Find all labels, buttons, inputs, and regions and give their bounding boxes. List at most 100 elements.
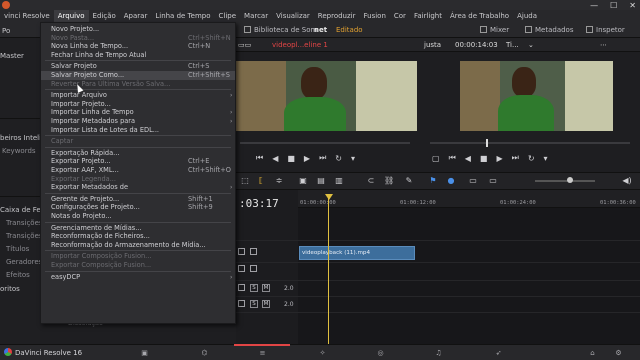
mute-button[interactable]: M [262,284,270,292]
stop-icon[interactable]: ■ [287,154,295,163]
trim-icon[interactable]: ⟦ [256,176,266,186]
mark-icon[interactable]: ▾ [351,154,355,163]
generators-item[interactable]: Geradores [6,258,42,266]
titles-item[interactable]: Títulos [6,245,29,253]
chevron-down-icon[interactable]: ⌄ [528,40,534,50]
selection-icon[interactable]: ⬚ [240,176,250,186]
menu-marcar[interactable]: Marcar [240,10,272,22]
source-clip-name[interactable]: videopl...eline 1 [272,40,328,50]
file-menu-item[interactable]: Notas do Projeto... [41,212,235,221]
file-menu-item[interactable]: Exportar Metadados de › [41,183,235,192]
favorites-header[interactable]: oritos [0,285,20,293]
flag-icon[interactable]: ⚑ [428,176,438,186]
program-scrub-bar[interactable] [430,142,630,144]
loop-icon[interactable]: ↻ [528,154,535,163]
close-icon[interactable]: ✕ [629,1,636,10]
mute-button[interactable]: M [262,300,270,308]
audio-track-lock-icon[interactable] [238,300,245,307]
edit-page-icon[interactable]: ≡ [258,349,267,357]
menu-visualizar[interactable]: Visualizar [272,10,314,22]
solo-button[interactable]: S [250,300,258,308]
menu-edicao[interactable]: Edição [89,10,120,22]
cut-page-icon[interactable]: ⌬ [200,349,209,357]
source-viewer-frame[interactable] [236,61,417,131]
blade-icon[interactable]: ≑ [274,176,284,186]
track-destination-icon[interactable] [238,265,245,272]
source-scrub-bar[interactable] [240,142,410,144]
settings-icon[interactable]: ⚙ [614,349,623,357]
jump-start-icon[interactable]: ⏮ [256,153,263,163]
minimize-icon[interactable]: — [590,1,598,10]
speaker-icon[interactable]: ◀) [622,176,632,186]
loop-icon[interactable]: ↻ [335,154,342,163]
file-menu-item[interactable]: easyDCP › [41,273,235,282]
audio-track-lock-icon[interactable] [238,284,245,291]
track-destination-icon[interactable] [238,248,245,255]
viewer-split-icon[interactable]: ▭▭ [238,40,251,50]
color-page-icon[interactable]: ◎ [376,349,385,357]
stop-icon[interactable]: ■ [480,154,488,163]
sound-library-button[interactable]: Biblioteca de Som [244,25,317,35]
home-icon[interactable]: ⌂ [588,349,597,357]
menu-fairlight[interactable]: Fairlight [410,10,446,22]
menu-reproduzir[interactable]: Reproduzir [314,10,360,22]
timeline-playhead[interactable] [328,194,329,344]
zoom-full-icon[interactable]: ▭ [468,176,478,186]
mixer-button[interactable]: Mixer [480,25,509,35]
media-pool-tab[interactable]: Po [2,27,10,35]
timeline-tracks[interactable] [298,208,640,344]
fusion-page-icon[interactable]: ✧ [318,349,327,357]
viewer-mode-icon[interactable]: ▢ [432,154,440,163]
insert-clip-icon[interactable]: ▣ [298,176,308,186]
jump-end-icon[interactable]: ⏭ [319,153,326,163]
deliver-page-icon[interactable]: ➶ [494,349,503,357]
zoom-slider[interactable] [535,180,595,182]
maximize-icon[interactable]: ☐ [610,1,617,10]
menu-linha-de-tempo[interactable]: Linha de Tempo [151,10,214,22]
jump-start-icon[interactable]: ⏮ [449,153,456,163]
menu-arquivo[interactable]: Arquivo [53,10,89,22]
play-icon[interactable]: ▶ [304,154,310,163]
track-enable-icon[interactable] [250,265,257,272]
snapping-icon[interactable]: ⊂ [366,176,376,186]
audio-transitions-item[interactable]: Transições [6,232,43,240]
zoom-detail-icon[interactable]: ▭ [488,176,498,186]
file-menu-item[interactable]: Reconformação do Armazenamento de Mídia.… [41,241,235,250]
effects-item[interactable]: Efeitos [6,271,30,279]
track-enable-icon[interactable] [250,248,257,255]
video-transitions-item[interactable]: Transições [6,219,43,227]
playhead-handle[interactable] [325,194,333,200]
link-icon[interactable]: ⛓ [384,176,394,186]
timeline-clip[interactable]: videoplayback (11).mp4 [299,246,415,260]
position-lock-icon[interactable]: ✎ [404,176,414,186]
reverse-icon[interactable]: ◀ [465,154,471,163]
solo-button[interactable]: S [250,284,258,292]
marker-icon[interactable]: ● [446,176,456,186]
mark-icon[interactable]: ▾ [544,154,548,163]
play-icon[interactable]: ▶ [496,154,502,163]
menu-area-de-trabalho[interactable]: Área de Trabalho [446,10,513,22]
fairlight-page-icon[interactable]: ♫ [434,349,443,357]
timeline-selector[interactable]: Ti... [506,40,519,50]
file-menu-item[interactable]: Fechar Linha de Tempo Atual [41,51,235,60]
menu-ajuda[interactable]: Ajuda [513,10,541,22]
master-bin[interactable]: Master [0,52,24,60]
menu-fusion[interactable]: Fusion [359,10,389,22]
zoom-slider-handle[interactable] [567,177,573,183]
replace-clip-icon[interactable]: ▥ [334,176,344,186]
overwrite-clip-icon[interactable]: ▤ [316,176,326,186]
menu-davinci-resolve[interactable]: vinci Resolve [0,10,54,22]
file-menu-item[interactable]: Importar Lista de Lotes da EDL... [41,126,235,135]
viewer-options-icon[interactable]: ⋯ [600,40,607,50]
menu-cor[interactable]: Cor [390,10,410,22]
inspector-button[interactable]: Inspetor [586,25,625,35]
media-page-icon[interactable]: ▣ [140,349,149,357]
jump-end-icon[interactable]: ⏭ [512,153,519,163]
menu-clipe[interactable]: Clipe [215,10,241,22]
keywords-bin[interactable]: Keywords [2,147,36,155]
timeline-ruler[interactable] [298,190,640,208]
menu-aparar[interactable]: Aparar [120,10,152,22]
reverse-icon[interactable]: ◀ [272,154,278,163]
program-viewer-frame[interactable] [460,61,613,131]
metadata-button[interactable]: Metadados [525,25,574,35]
